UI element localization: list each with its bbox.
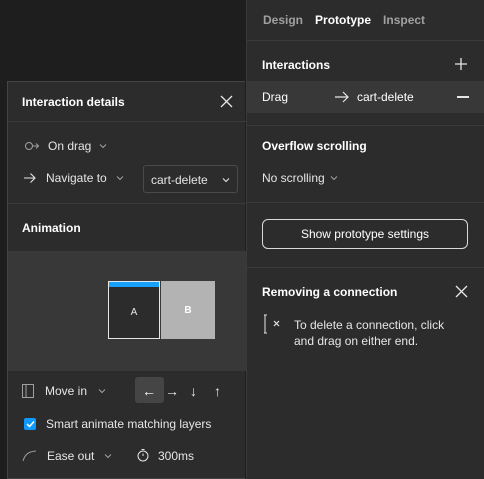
interaction-row[interactable]: Drag cart-delete xyxy=(247,81,484,113)
direction-right-button[interactable]: → xyxy=(165,383,179,399)
tab-prototype[interactable]: Prototype xyxy=(315,13,371,27)
overflow-value: No scrolling xyxy=(262,171,325,185)
easing-dropdown[interactable]: Ease out xyxy=(22,449,112,463)
close-icon[interactable] xyxy=(220,95,233,108)
destination-select[interactable]: cart-delete xyxy=(143,165,238,193)
close-icon[interactable] xyxy=(455,285,468,298)
tab-inspect[interactable]: Inspect xyxy=(383,13,425,27)
action-dropdown[interactable]: Navigate to xyxy=(23,171,124,185)
timer-icon xyxy=(136,448,150,462)
smart-animate-label: Smart animate matching layers xyxy=(46,417,212,431)
interactions-title: Interactions xyxy=(262,58,331,72)
chevron-down-icon xyxy=(99,143,107,149)
trigger-dropdown[interactable]: On drag xyxy=(24,139,107,153)
trigger-value: On drag xyxy=(48,139,92,153)
ease-curve-icon xyxy=(22,450,37,462)
overflow-title: Overflow scrolling xyxy=(262,139,367,153)
divider xyxy=(8,203,246,204)
smart-animate-checkbox[interactable] xyxy=(24,418,36,430)
overflow-dropdown[interactable]: No scrolling xyxy=(262,171,338,185)
destination-value: cart-delete xyxy=(151,173,208,187)
divider xyxy=(246,202,484,203)
frame-a-header-bar xyxy=(109,282,159,287)
removing-connection-text-1: To delete a connection, click xyxy=(294,318,445,332)
arrow-right-icon xyxy=(334,90,350,104)
add-interaction-icon[interactable] xyxy=(454,57,468,71)
chevron-down-icon xyxy=(222,177,230,183)
direction-up-button[interactable]: ↑ xyxy=(214,383,221,399)
transition-value: Move in xyxy=(45,384,88,398)
interaction-destination: cart-delete xyxy=(357,90,414,104)
divider xyxy=(246,125,484,126)
preview-frame-b: B xyxy=(161,281,215,339)
interaction-details-panel: Interaction details On drag Navigate to … xyxy=(7,81,246,479)
chevron-down-icon xyxy=(104,453,112,459)
interaction-details-title: Interaction details xyxy=(22,95,125,109)
divider xyxy=(246,267,484,268)
removing-connection-text-2: and drag on either end. xyxy=(294,334,419,348)
show-prototype-settings-button[interactable]: Show prototype settings xyxy=(262,219,468,249)
interaction-trigger: Drag xyxy=(262,90,289,104)
frame-a-label: A xyxy=(130,307,138,318)
drag-trigger-icon xyxy=(24,140,40,152)
chevron-down-icon xyxy=(330,175,338,181)
removing-connection-title: Removing a connection xyxy=(262,285,398,299)
frame-b-label: B xyxy=(184,304,192,316)
divider xyxy=(8,121,246,122)
action-value: Navigate to xyxy=(46,171,107,185)
direction-down-button[interactable]: ↓ xyxy=(190,383,197,399)
checkmark-icon xyxy=(25,420,35,428)
transition-dropdown[interactable]: Move in xyxy=(22,384,106,398)
duration-input[interactable]: 300ms xyxy=(158,449,194,463)
animation-title: Animation xyxy=(22,221,81,235)
panel-tabs: Design Prototype Inspect xyxy=(247,0,484,41)
tab-design[interactable]: Design xyxy=(263,13,303,27)
direction-left-button[interactable]: ← xyxy=(142,383,156,399)
preview-frame-a: A xyxy=(108,281,160,339)
move-in-icon xyxy=(22,384,34,398)
disconnect-icon xyxy=(262,314,284,334)
remove-interaction-icon[interactable] xyxy=(457,96,469,98)
chevron-down-icon xyxy=(98,388,106,394)
easing-value: Ease out xyxy=(47,449,95,463)
arrow-right-icon xyxy=(23,172,37,184)
chevron-down-icon xyxy=(116,175,124,181)
